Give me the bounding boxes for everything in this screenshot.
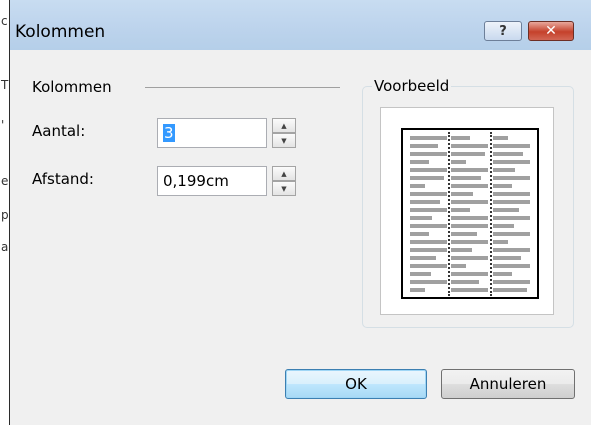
preview-text-line (410, 224, 447, 228)
column-spacing-input[interactable]: 0,199cm (157, 166, 267, 196)
preview-column-separator (448, 132, 450, 296)
preview-text-line (451, 256, 489, 260)
preview-text-line (451, 176, 482, 180)
help-button[interactable]: ? (484, 21, 522, 41)
preview-text-line (410, 208, 447, 212)
dialog-title: Kolommen (15, 22, 106, 42)
preview-text-line (410, 216, 432, 220)
section-divider (145, 87, 340, 88)
preview-text-line (492, 192, 530, 196)
preview-title: Voorbeeld (372, 77, 452, 95)
preview-text-line (451, 264, 467, 268)
preview-text-line (492, 136, 508, 140)
column-spacing-value: 0,199cm (163, 172, 229, 190)
column-spacing-stepper: ▲ ▼ (272, 166, 296, 196)
preview-text-line (492, 288, 527, 292)
preview-text-line (492, 256, 521, 260)
preview-text-line (410, 264, 447, 268)
preview-text-line (410, 176, 444, 180)
preview-text-line (492, 200, 530, 204)
preview-text-line (451, 160, 467, 164)
preview-text-line (451, 224, 489, 228)
preview-text-line (492, 264, 530, 268)
preview-text-line (492, 216, 530, 220)
background-text: e (1, 174, 9, 188)
column-count-input[interactable]: 3 (157, 118, 267, 148)
preview-text-line (410, 248, 447, 252)
background-text: p (1, 208, 9, 222)
preview-text-line (492, 232, 530, 236)
preview-text-line (492, 152, 523, 156)
spin-down-icon[interactable]: ▼ (272, 181, 296, 196)
preview-text-line (410, 280, 447, 284)
preview-text-line (410, 288, 425, 292)
preview-text-line (451, 200, 489, 204)
preview-text-line (451, 280, 480, 284)
background-text: T (1, 78, 9, 92)
spin-down-icon[interactable]: ▼ (272, 133, 296, 148)
preview-text-line (451, 216, 489, 220)
preview-text-line (492, 144, 530, 148)
preview-text-line (410, 240, 447, 244)
preview-text-line (451, 232, 478, 236)
preview-page (401, 128, 539, 299)
preview-text-line (451, 248, 473, 252)
background-text: c (1, 14, 8, 28)
preview-text-line (492, 168, 515, 172)
preview-text-line (451, 168, 489, 172)
preview-text-line (451, 240, 489, 244)
title-bar[interactable]: Kolommen ? ✕ (10, 0, 591, 50)
section-heading: Kolommen (32, 78, 112, 96)
preview-text-line (451, 208, 471, 212)
preview-text-line (410, 160, 429, 164)
preview-text-line (492, 224, 514, 228)
preview-text-line (492, 280, 530, 284)
close-icon: ✕ (545, 23, 557, 39)
preview-text-line (492, 208, 519, 212)
preview-text-line (451, 288, 489, 292)
count-label: Aantal: (32, 122, 86, 140)
preview-text-line (410, 232, 429, 236)
preview-text-line (492, 176, 530, 180)
preview-text-line (492, 272, 512, 276)
preview-text-line (451, 272, 489, 276)
spin-up-icon[interactable]: ▲ (272, 166, 296, 181)
preview-text-line (410, 168, 447, 172)
preview-text-line (410, 256, 436, 260)
help-icon: ? (499, 23, 507, 39)
preview-text-line (492, 248, 530, 252)
preview-text-line (451, 152, 486, 156)
preview-text-line (492, 240, 508, 244)
preview-text-line (451, 136, 471, 140)
spin-up-icon[interactable]: ▲ (272, 118, 296, 133)
preview-text-line (410, 192, 447, 196)
preview-text-line (410, 152, 447, 156)
background-text: a (1, 240, 9, 254)
preview-text-line (410, 144, 438, 148)
column-count-value: 3 (163, 124, 175, 142)
preview-text-line (451, 192, 474, 196)
preview-text-line (410, 136, 447, 140)
close-button[interactable]: ✕ (528, 21, 574, 41)
columns-dialog: Kolommen ? ✕ Kolommen Aantal: 3 ▲ ▼ Afst… (10, 0, 591, 425)
ok-button[interactable]: OK (285, 369, 427, 399)
preview-text-line (410, 184, 425, 188)
cancel-button[interactable]: Annuleren (441, 369, 575, 399)
spacing-label: Afstand: (32, 170, 94, 188)
preview-text-line (492, 184, 512, 188)
preview-text-line (451, 144, 489, 148)
background-text: ' (1, 118, 5, 132)
column-count-stepper: ▲ ▼ (272, 118, 296, 148)
preview-text-line (410, 200, 440, 204)
preview-text-line (492, 160, 530, 164)
preview-text-line (451, 184, 489, 188)
preview-text-line (410, 272, 431, 276)
